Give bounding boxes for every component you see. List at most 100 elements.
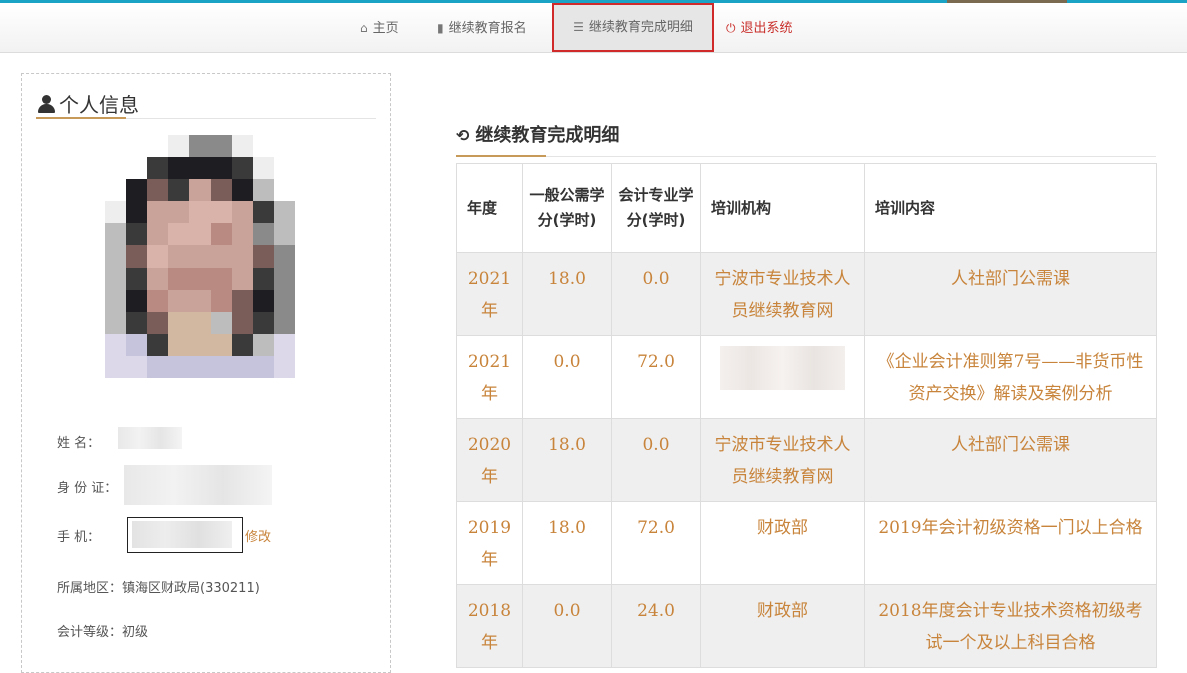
- cell-org: 宁波市专业技术人员继续教育网: [700, 418, 865, 502]
- records-title: ⟲ 继续教育完成明细: [456, 121, 619, 147]
- cell-year: 2021年: [456, 335, 523, 419]
- records-table: 年度 一般公需学分(学时) 会计专业学分(学时) 培训机构 培训内容 2021年…: [456, 163, 1157, 668]
- records-title-divider: [456, 156, 1156, 157]
- avatar-pixel: [252, 157, 274, 180]
- nav-detail-label: 继续教育完成明细: [588, 20, 693, 35]
- avatar-pixel: [189, 157, 211, 180]
- avatar-pixel: [273, 377, 295, 400]
- records-title-accent: [456, 155, 546, 157]
- avatar-pixel: [273, 201, 295, 224]
- cell-general: 18.0: [522, 501, 612, 585]
- region-label: 所属地区：: [57, 581, 123, 596]
- avatar-pixel: [189, 289, 211, 312]
- avatar-pixel: [168, 311, 190, 334]
- records-title-text: 继续教育完成明细: [475, 125, 620, 146]
- cell-professional: 0.0: [611, 418, 701, 502]
- name-label: 姓 名：: [57, 436, 101, 451]
- name-value-redacted: [118, 427, 182, 449]
- avatar-pixel: [210, 267, 232, 290]
- nav-detail-link[interactable]: ☰ 继续教育完成明细: [552, 3, 714, 52]
- header-content: 培训内容: [864, 163, 1157, 253]
- phone-field[interactable]: [127, 517, 243, 553]
- top-navbar: ⌂ 主页 ▮ 继续教育报名 ☰ 继续教育完成明细 ⏻ 退出系统: [0, 3, 1187, 53]
- phone-row: 手 机：: [57, 526, 100, 545]
- cell-content: 2018年度会计专业技术资格初级考试一个及以上科目合格: [864, 584, 1157, 668]
- avatar-pixel: [189, 245, 211, 268]
- avatar-pixel: [147, 311, 169, 334]
- profile-title: 个人信息: [38, 89, 139, 118]
- phone-value-redacted: [132, 521, 232, 548]
- avatar-pixel: [231, 179, 253, 202]
- avatar-pixel: [168, 377, 190, 400]
- header-org: 培训机构: [700, 163, 865, 253]
- list-icon: ☰: [573, 20, 584, 34]
- avatar-pixel: [210, 289, 232, 312]
- table-row: 2018年 0.0 24.0 财政部 2018年度会计专业技术资格初级考试一个及…: [456, 584, 1157, 668]
- table-row: 2019年 18.0 72.0 财政部 2019年会计初级资格一门以上合格: [456, 501, 1157, 585]
- avatar-pixel: [168, 179, 190, 202]
- avatar-pixel: [126, 333, 148, 356]
- avatar-pixel: [105, 223, 127, 246]
- nav-home-link[interactable]: ⌂ 主页: [360, 3, 399, 53]
- avatar-pixel: [210, 135, 232, 158]
- level-value: 初级: [122, 625, 149, 640]
- nav-logout-label: 退出系统: [740, 21, 793, 36]
- avatar-pixel: [105, 267, 127, 290]
- nav-home-label: 主页: [372, 21, 399, 36]
- avatar-pixel: [105, 245, 127, 268]
- avatar-pixel: [168, 333, 190, 356]
- avatar-pixel: [231, 135, 253, 158]
- avatar-pixel: [273, 157, 295, 180]
- avatar-pixel: [189, 311, 211, 334]
- edit-phone-link[interactable]: 修改: [245, 526, 271, 545]
- avatar-pixel: [189, 179, 211, 202]
- avatar-pixel: [231, 355, 253, 378]
- cell-org: [700, 335, 865, 419]
- avatar-pixel: [168, 201, 190, 224]
- avatar-pixel: [231, 267, 253, 290]
- avatar-pixel: [273, 267, 295, 290]
- avatar-photo: [105, 135, 295, 400]
- cell-content: 人社部门公需课: [864, 418, 1157, 502]
- avatar-pixel: [210, 223, 232, 246]
- avatar-pixel: [210, 201, 232, 224]
- avatar-pixel: [147, 245, 169, 268]
- avatar-pixel: [105, 157, 127, 180]
- table-row: 2021年 0.0 72.0 《企业会计准则第7号——非货币性资产交换》解读及案…: [456, 335, 1157, 419]
- avatar-pixel: [147, 157, 169, 180]
- level-row: 会计等级：初级: [57, 621, 148, 640]
- id-value-redacted: [124, 465, 272, 505]
- avatar-pixel: [105, 333, 127, 356]
- avatar-pixel: [231, 377, 253, 400]
- cell-org: 宁波市专业技术人员继续教育网: [700, 252, 865, 336]
- avatar-pixel: [189, 223, 211, 246]
- avatar-pixel: [147, 355, 169, 378]
- avatar-pixel: [231, 333, 253, 356]
- avatar-pixel: [147, 179, 169, 202]
- avatar-pixel: [210, 245, 232, 268]
- avatar-pixel: [273, 245, 295, 268]
- cell-professional: 24.0: [611, 584, 701, 668]
- nav-register-link[interactable]: ▮ 继续教育报名: [437, 3, 527, 53]
- avatar-pixel: [168, 355, 190, 378]
- avatar-pixel: [252, 179, 274, 202]
- avatar-pixel: [126, 355, 148, 378]
- avatar-pixel: [189, 377, 211, 400]
- user-icon: [38, 95, 55, 113]
- header-general-credits: 一般公需学分(学时): [522, 163, 612, 253]
- cell-general: 18.0: [522, 418, 612, 502]
- avatar-pixel: [147, 333, 169, 356]
- avatar-pixel: [210, 333, 232, 356]
- avatar-pixel: [168, 157, 190, 180]
- cell-year: 2018年: [456, 584, 523, 668]
- avatar-pixel: [147, 135, 169, 158]
- nav-logout-link[interactable]: ⏻ 退出系统: [726, 3, 793, 53]
- avatar-pixel: [126, 179, 148, 202]
- avatar-pixel: [126, 377, 148, 400]
- avatar-pixel: [252, 223, 274, 246]
- avatar-pixel: [273, 135, 295, 158]
- avatar-pixel: [105, 135, 127, 158]
- avatar-pixel: [147, 267, 169, 290]
- id-label: 身 份 证：: [57, 481, 118, 496]
- avatar-pixel: [105, 311, 127, 334]
